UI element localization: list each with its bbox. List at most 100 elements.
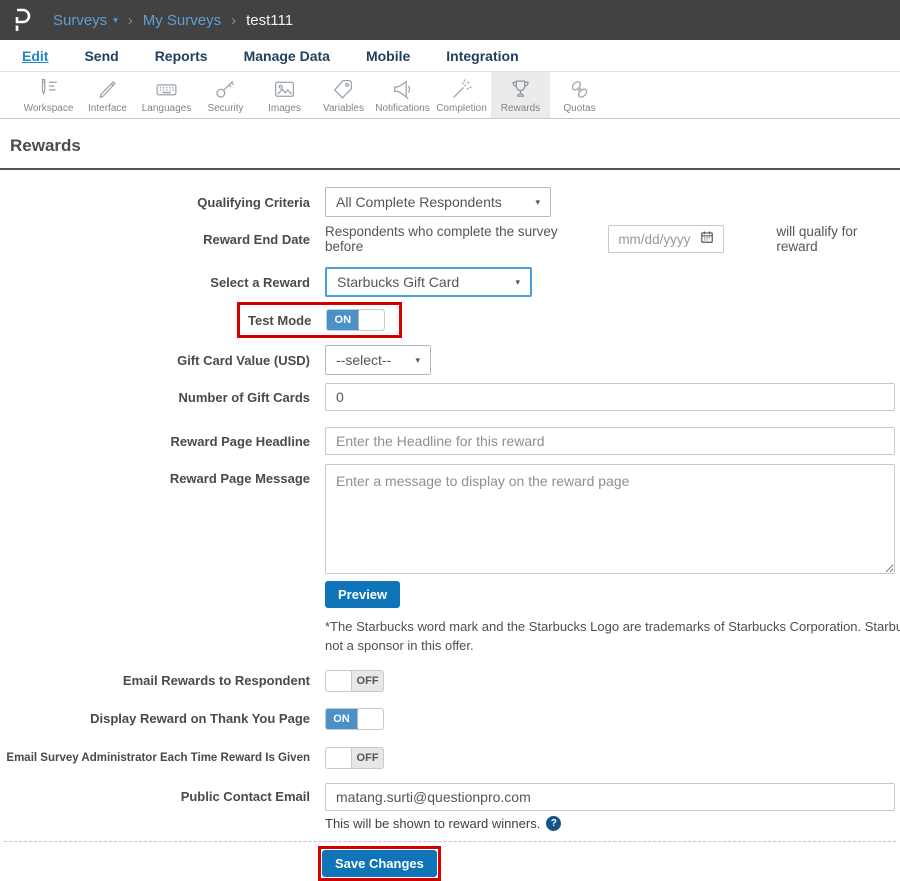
reward-end-date-row: Reward End Date Respondents who complete… bbox=[0, 224, 900, 254]
calendar-icon bbox=[700, 230, 714, 249]
message-row: Reward Page Message bbox=[0, 464, 900, 574]
select-reward-select[interactable]: Starbucks Gift Card ▾ bbox=[325, 267, 532, 297]
reward-end-date-suffix: will qualify for reward bbox=[776, 224, 858, 254]
toolbar-item-languages[interactable]: Languages bbox=[137, 72, 196, 118]
email-rewards-toggle[interactable]: OFF bbox=[325, 669, 384, 692]
keyboard-icon bbox=[154, 77, 179, 102]
num-gift-cards-label: Number of Gift Cards bbox=[178, 389, 310, 405]
toggle-knob bbox=[326, 747, 353, 768]
date-placeholder: mm/dd/yyyy bbox=[618, 231, 691, 247]
toggle-state-label: OFF bbox=[356, 751, 379, 764]
breadcrumb-separator-icon: › bbox=[231, 11, 237, 29]
select-reward-label: Select a Reward bbox=[210, 274, 310, 290]
qualifying-criteria-value: All Complete Respondents bbox=[336, 194, 502, 210]
public-email-helper-text: This will be shown to reward winners. bbox=[325, 815, 541, 831]
questionpro-logo-icon[interactable] bbox=[12, 8, 31, 32]
breadcrumb-surveys[interactable]: Surveys ▾ bbox=[53, 12, 118, 29]
toggle-state-label: OFF bbox=[356, 674, 379, 687]
tab-mobile[interactable]: Mobile bbox=[366, 48, 410, 64]
public-email-helper: This will be shown to reward winners. ? bbox=[325, 815, 900, 831]
starbucks-disclaimer: *The Starbucks word mark and the Starbuc… bbox=[325, 619, 900, 653]
email-rewards-row: Email Rewards to Respondent OFF bbox=[0, 669, 900, 692]
topbar: Surveys ▾ › My Surveys › test111 bbox=[0, 0, 900, 40]
dashed-divider bbox=[4, 840, 896, 842]
toggle-knob bbox=[358, 310, 385, 330]
toggle-knob bbox=[326, 670, 353, 691]
qualifying-criteria-select[interactable]: All Complete Respondents ▾ bbox=[325, 187, 551, 217]
chevron-down-icon: ▾ bbox=[415, 354, 420, 365]
headline-label: Reward Page Headline bbox=[170, 433, 310, 449]
toolbar-item-variables[interactable]: Variables bbox=[314, 72, 373, 118]
toolbar-item-rewards[interactable]: Rewards bbox=[491, 72, 550, 118]
page-title: Rewards bbox=[10, 136, 81, 155]
select-reward-row: Select a Reward Starbucks Gift Card ▾ bbox=[0, 267, 900, 297]
toolbar-item-notifications[interactable]: Notifications bbox=[373, 72, 432, 118]
reward-end-date-label: Reward End Date bbox=[203, 231, 310, 247]
help-icon[interactable]: ? bbox=[546, 815, 562, 831]
pen-icon bbox=[95, 77, 120, 102]
display-reward-toggle[interactable]: ON bbox=[325, 707, 384, 730]
chevron-down-icon: ▾ bbox=[515, 276, 520, 287]
tag-icon bbox=[331, 77, 356, 102]
email-admin-label: Email Survey Administrator Each Time Rew… bbox=[6, 751, 310, 764]
breadcrumb-my-surveys[interactable]: My Surveys bbox=[143, 12, 221, 29]
qualifying-criteria-row: Qualifying Criteria All Complete Respond… bbox=[0, 187, 900, 217]
test-mode-annotation-box: Test Mode ON bbox=[237, 302, 403, 338]
toggle-state-label: ON bbox=[333, 712, 350, 725]
save-changes-button[interactable]: Save Changes bbox=[322, 849, 437, 877]
pencil-notes-icon bbox=[36, 77, 61, 102]
toggle-knob bbox=[356, 708, 383, 729]
qualifying-criteria-label: Qualifying Criteria bbox=[197, 194, 310, 210]
chevron-down-icon: ▾ bbox=[113, 14, 118, 25]
public-email-input[interactable] bbox=[325, 782, 895, 811]
megaphone-icon bbox=[390, 77, 415, 102]
tab-manage-data[interactable]: Manage Data bbox=[244, 48, 330, 64]
save-annotation-box: Save Changes bbox=[318, 845, 441, 881]
test-mode-toggle[interactable]: ON bbox=[326, 309, 386, 331]
num-gift-cards-input[interactable] bbox=[325, 383, 895, 411]
chain-links-icon bbox=[567, 77, 592, 102]
tab-reports[interactable]: Reports bbox=[155, 48, 208, 64]
message-textarea[interactable] bbox=[325, 464, 895, 574]
tab-edit[interactable]: Edit bbox=[22, 48, 48, 64]
test-mode-row: Test Mode ON bbox=[0, 302, 900, 338]
rewards-form: Qualifying Criteria All Complete Respond… bbox=[0, 170, 900, 881]
key-icon bbox=[213, 77, 238, 102]
toolbar-item-workspace[interactable]: Workspace bbox=[19, 72, 78, 118]
gift-card-value-select[interactable]: --select-- ▾ bbox=[325, 345, 431, 375]
main-nav-tabs: Edit Send Reports Manage Data Mobile Int… bbox=[0, 40, 900, 72]
preview-row: Preview bbox=[0, 581, 900, 608]
toolbar-item-images[interactable]: Images bbox=[255, 72, 314, 118]
edit-sections-toolbar: Workspace Interface Languages Security I… bbox=[0, 72, 900, 119]
public-email-label: Public Contact Email bbox=[180, 789, 310, 805]
reward-end-date-input[interactable]: mm/dd/yyyy bbox=[608, 225, 725, 253]
picture-icon bbox=[272, 77, 297, 102]
num-gift-cards-row: Number of Gift Cards bbox=[0, 383, 900, 411]
gift-card-value-value: --select-- bbox=[336, 352, 392, 368]
message-label: Reward Page Message bbox=[169, 471, 310, 486]
display-reward-row: Display Reward on Thank You Page ON bbox=[0, 707, 900, 730]
toolbar-item-quotas[interactable]: Quotas bbox=[550, 72, 609, 118]
toolbar-item-completion[interactable]: Completion bbox=[432, 72, 491, 118]
test-mode-label: Test Mode bbox=[248, 312, 312, 328]
email-admin-row: Email Survey Administrator Each Time Rew… bbox=[0, 746, 900, 769]
tab-send[interactable]: Send bbox=[84, 48, 118, 64]
select-reward-value: Starbucks Gift Card bbox=[337, 274, 460, 290]
preview-button[interactable]: Preview bbox=[325, 581, 401, 608]
gift-card-value-row: Gift Card Value (USD) --select-- ▾ bbox=[0, 345, 900, 375]
toggle-state-label: ON bbox=[334, 314, 352, 326]
breadcrumb-separator-icon: › bbox=[127, 11, 133, 29]
toolbar-item-interface[interactable]: Interface bbox=[78, 72, 137, 118]
public-email-row: Public Contact Email bbox=[0, 782, 900, 811]
headline-row: Reward Page Headline bbox=[0, 427, 900, 455]
toolbar-item-security[interactable]: Security bbox=[196, 72, 255, 118]
email-rewards-label: Email Rewards to Respondent bbox=[122, 673, 310, 689]
breadcrumb-survey-name: test111 bbox=[246, 11, 294, 29]
display-reward-label: Display Reward on Thank You Page bbox=[90, 711, 310, 727]
email-admin-toggle[interactable]: OFF bbox=[325, 746, 384, 769]
magic-wand-icon bbox=[449, 77, 474, 102]
tab-integration[interactable]: Integration bbox=[446, 48, 518, 64]
trophy-icon bbox=[508, 77, 533, 102]
headline-input[interactable] bbox=[325, 427, 895, 455]
gift-card-value-label: Gift Card Value (USD) bbox=[177, 352, 310, 368]
